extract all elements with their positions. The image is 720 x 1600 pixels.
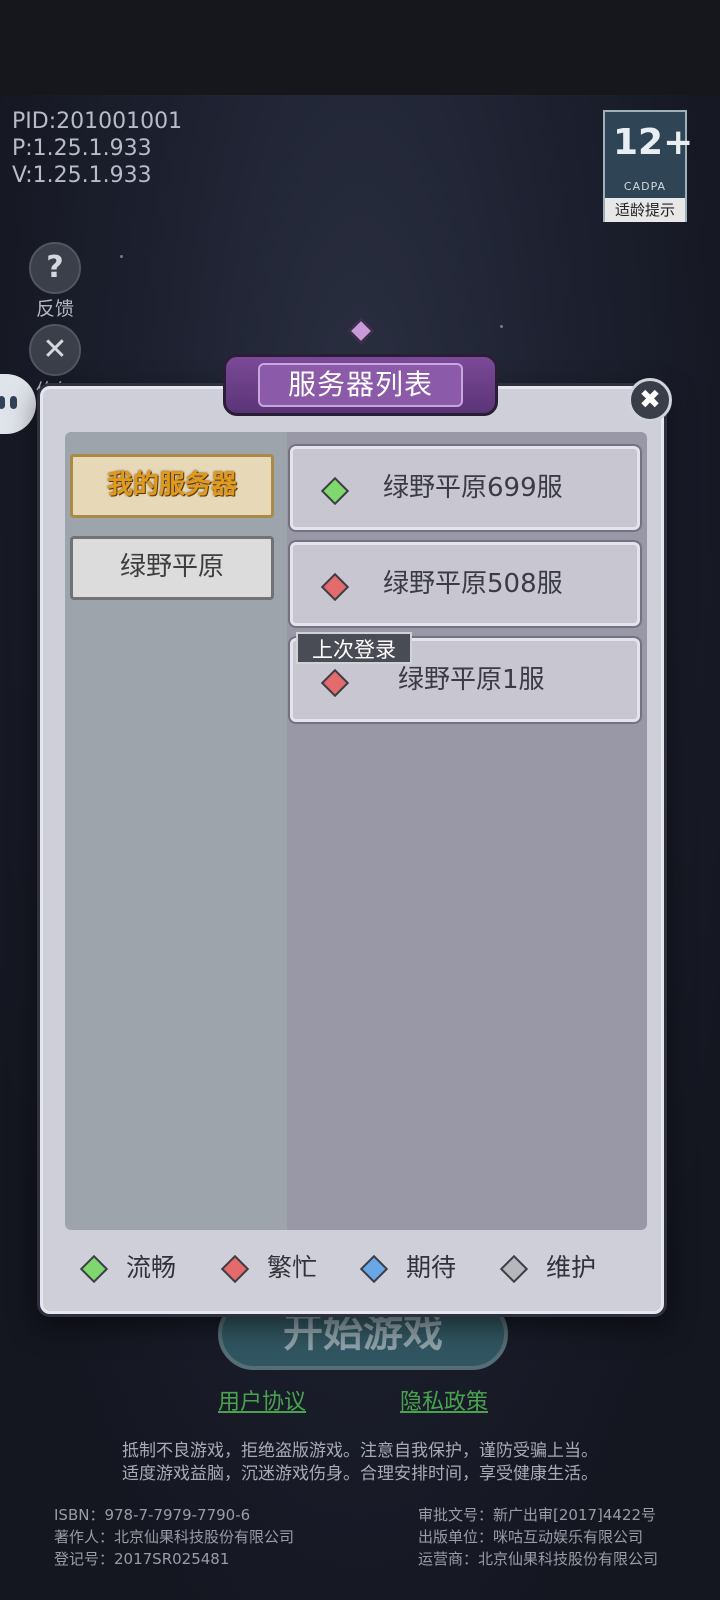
health-notice-line: 抵制不良游戏，拒绝盗版游戏。注意自我保护，谨防受骗上当。: [122, 1441, 598, 1461]
server-name: 绿野平原1服: [398, 665, 545, 695]
status-busy-icon: [320, 668, 350, 698]
legend-maintenance: 维护: [499, 1250, 597, 1286]
dialog-title: 服务器列表: [258, 363, 463, 407]
v-version-text: V:1.25.1.933: [12, 163, 152, 188]
author-text: 著作人：北京仙果科技股份有限公司: [54, 1528, 295, 1546]
server-item[interactable]: 绿野平原699服: [290, 446, 640, 530]
diamond-red-icon: [220, 1254, 250, 1284]
operator-text: 运营商：北京仙果科技股份有限公司: [418, 1550, 659, 1568]
legend-busy: 繁忙: [220, 1250, 318, 1286]
wrench-icon: ✕: [29, 324, 81, 376]
server-item[interactable]: 绿野平原508服: [290, 542, 640, 626]
isbn-text: ISBN：978-7-7979-7790-6: [54, 1506, 251, 1524]
p-version-text: P:1.25.1.933: [12, 136, 152, 161]
eye-icon: [10, 396, 17, 409]
last-login-tag: 上次登录: [296, 632, 412, 664]
diamond-blue-icon: [359, 1254, 389, 1284]
dialog-title-plate: 服务器列表: [223, 354, 498, 416]
top-bar: [0, 0, 720, 95]
status-smooth-icon: [320, 476, 350, 506]
pid-text: PID:201001001: [12, 109, 183, 134]
publisher-text: 出版单位：咪咕互动娱乐有限公司: [418, 1528, 644, 1546]
version-info: PID:201001001 P:1.25.1.933 V:1.25.1.933: [12, 108, 182, 189]
question-icon: ?: [29, 242, 81, 294]
diamond-green-icon: [79, 1254, 109, 1284]
user-agreement-link[interactable]: 用户协议: [218, 1384, 306, 1416]
server-name: 绿野平原699服: [383, 473, 563, 503]
status-busy-icon: [320, 572, 350, 602]
age-rating-badge[interactable]: 12+ CADPA 适龄提示: [603, 110, 693, 222]
credits-left: ISBN：978-7-7979-7790-6 著作人：北京仙果科技股份有限公司 …: [54, 1504, 294, 1570]
age-rating-org: CADPA: [623, 180, 667, 193]
eye-icon: [0, 396, 5, 409]
diamond-gray-icon: [499, 1254, 529, 1284]
health-notice-line: 适度游戏益脑，沉迷游戏伤身。合理安排时间，享受健康生活。: [122, 1464, 598, 1484]
age-rating-number: 12+: [613, 122, 694, 163]
health-notice: 抵制不良游戏，拒绝盗版游戏。注意自我保护，谨防受骗上当。 适度游戏益脑，沉迷游戏…: [0, 1440, 720, 1486]
legend-label: 流畅: [126, 1253, 177, 1282]
legend-label: 期待: [406, 1253, 457, 1282]
feedback-button[interactable]: ? 反馈: [26, 242, 84, 321]
legend-smooth: 流畅: [79, 1250, 177, 1286]
feedback-label: 反馈: [35, 298, 74, 320]
category-my-servers[interactable]: 我的服务器: [70, 454, 274, 518]
legend-label: 繁忙: [267, 1253, 318, 1282]
server-name: 绿野平原508服: [383, 569, 563, 599]
approval-text: 审批文号：新广出审[2017]4422号: [418, 1506, 657, 1524]
legend-expected: 期待: [359, 1250, 457, 1286]
registration-text: 登记号：2017SR025481: [54, 1550, 230, 1568]
category-green-plains[interactable]: 绿野平原: [70, 536, 274, 600]
close-icon: ✖: [639, 385, 661, 415]
close-button[interactable]: ✖: [628, 378, 672, 422]
age-rating-tip: 适龄提示: [605, 198, 685, 222]
legend-label: 维护: [546, 1253, 597, 1282]
privacy-policy-link[interactable]: 隐私政策: [400, 1384, 488, 1416]
credits-right: 审批文号：新广出审[2017]4422号 出版单位：咪咕互动娱乐有限公司 运营商…: [418, 1504, 658, 1570]
